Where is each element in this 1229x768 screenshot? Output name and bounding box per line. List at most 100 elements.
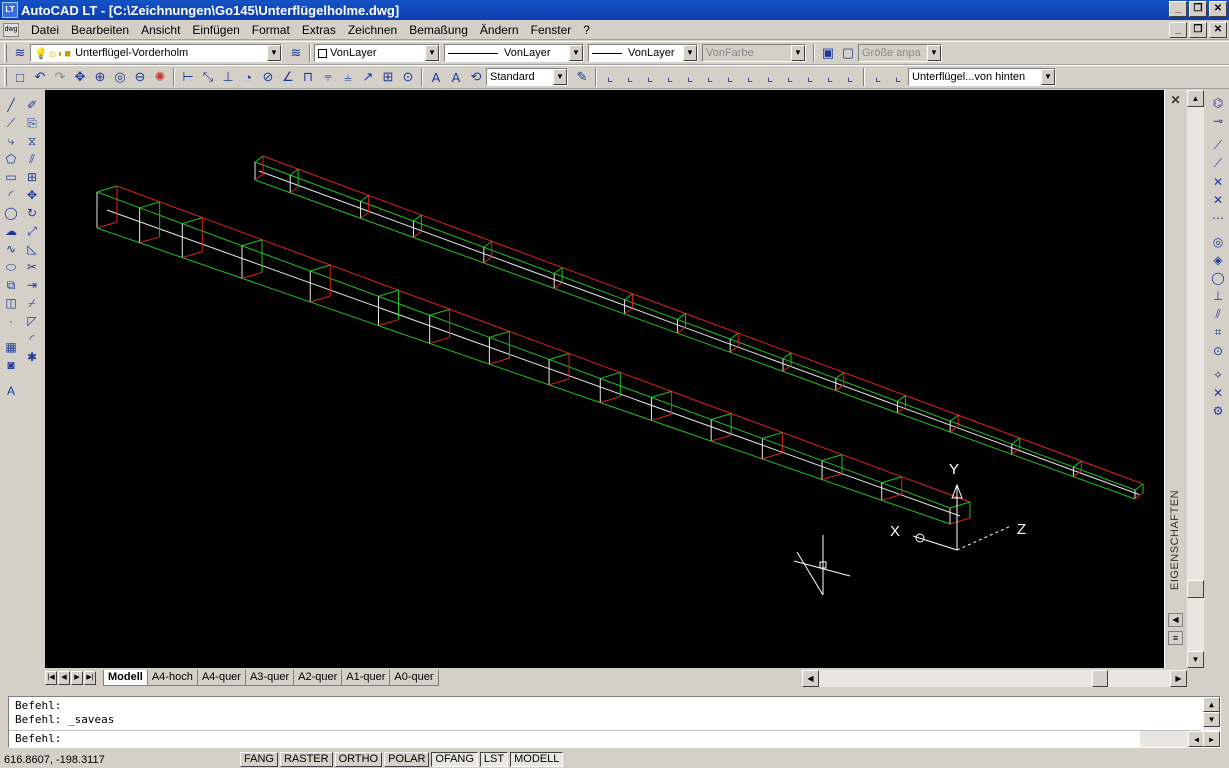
- zoom-window-icon[interactable]: ◎: [110, 67, 130, 87]
- vertical-scroll-thumb[interactable]: [1187, 580, 1204, 598]
- autocad-lt-icon[interactable]: LT: [2, 2, 18, 18]
- next-tab-icon[interactable]: ▶: [71, 671, 83, 685]
- point-icon[interactable]: ·: [2, 312, 20, 330]
- snap-tangent-icon[interactable]: ◯: [1209, 269, 1227, 287]
- ucs-origin-icon[interactable]: ⌞: [720, 67, 740, 87]
- insert-block-icon[interactable]: ⧉: [2, 276, 20, 294]
- move-icon[interactable]: ✥: [23, 186, 41, 204]
- snap-nearest-icon[interactable]: ⟡: [1209, 366, 1227, 384]
- polygon-icon[interactable]: ⬠: [2, 150, 20, 168]
- tab-a1-quer[interactable]: A1-quer: [341, 670, 391, 686]
- tab-a4-hoch[interactable]: A4-hoch: [146, 670, 198, 686]
- snap-endpoint-icon[interactable]: ⟋: [1209, 136, 1227, 154]
- region-icon[interactable]: ◙: [2, 356, 20, 374]
- trim-icon[interactable]: ✂: [23, 258, 41, 276]
- dim-angular-icon[interactable]: ∠: [278, 67, 298, 87]
- make-object-layer-current-icon[interactable]: ≋: [286, 43, 306, 63]
- center-mark-icon[interactable]: ⊙: [398, 67, 418, 87]
- menu-help[interactable]: ?: [577, 23, 596, 37]
- copy-icon[interactable]: ⎘: [23, 114, 41, 132]
- named-views-icon[interactable]: ⌞: [868, 67, 888, 87]
- color-dropdown[interactable]: VonLayer ▼: [314, 44, 440, 62]
- tab-a2-quer[interactable]: A2-quer: [293, 670, 343, 686]
- quick-dim-icon[interactable]: ⊓: [298, 67, 318, 87]
- snap-quadrant-icon[interactable]: ◈: [1209, 251, 1227, 269]
- ucs-face-icon[interactable]: ⌞: [660, 67, 680, 87]
- rectangle-icon[interactable]: ▭: [2, 168, 20, 186]
- snap-toggle[interactable]: FANG: [240, 752, 278, 767]
- ucs-view-icon[interactable]: ⌞: [700, 67, 720, 87]
- horizontal-scrollbar[interactable]: ◀ ▶: [802, 670, 1187, 687]
- layer-manager-icon[interactable]: ≋: [10, 43, 30, 63]
- dim-style-manager-icon[interactable]: ✎: [572, 67, 592, 87]
- new-file-icon[interactable]: □: [10, 67, 30, 87]
- scroll-right-icon[interactable]: ▶: [1203, 731, 1220, 747]
- tab-a4-quer[interactable]: A4-quer: [196, 670, 246, 686]
- dim-text-edit-icon[interactable]: A: [446, 67, 466, 87]
- snap-from-icon[interactable]: ⊸: [1209, 112, 1227, 130]
- spline-icon[interactable]: ∿: [2, 240, 20, 258]
- doc-close-button[interactable]: ✕: [1209, 22, 1227, 38]
- array-icon[interactable]: ⊞: [23, 168, 41, 186]
- osnap-settings-icon[interactable]: ⚙: [1209, 402, 1227, 420]
- snap-insert-icon[interactable]: ⌗: [1209, 324, 1227, 342]
- linetype-dropdown[interactable]: VonLayer ▼: [444, 44, 584, 62]
- dim-continue-icon[interactable]: ⫨: [338, 67, 358, 87]
- ucs-3point-icon[interactable]: ⌞: [760, 67, 780, 87]
- tab-modell[interactable]: Modell: [103, 670, 148, 686]
- zoom-extents-icon[interactable]: ✺: [150, 67, 170, 87]
- menu-fenster[interactable]: Fenster: [525, 23, 578, 37]
- layer-dropdown[interactable]: 💡☼◐■ Unterflügel-Vorderholm ▼: [30, 44, 282, 62]
- grid-toggle[interactable]: RASTER: [279, 752, 333, 767]
- ucs-x-icon[interactable]: ⌞: [780, 67, 800, 87]
- chevron-down-icon[interactable]: ▼: [553, 69, 567, 85]
- tolerance-icon[interactable]: ⊞: [378, 67, 398, 87]
- menu-ansicht[interactable]: Ansicht: [135, 23, 186, 37]
- tab-a3-quer[interactable]: A3-quer: [244, 670, 295, 686]
- scroll-up-icon[interactable]: ▲: [1203, 697, 1220, 712]
- ellipse-icon[interactable]: ⬭: [2, 258, 20, 276]
- chevron-down-icon[interactable]: ▼: [1041, 69, 1055, 85]
- dim-edit-icon[interactable]: A: [426, 67, 446, 87]
- dim-aligned-icon[interactable]: ⤡: [198, 67, 218, 87]
- prev-tab-icon[interactable]: ◀: [58, 671, 70, 685]
- close-icon[interactable]: ✕: [1168, 93, 1184, 107]
- leader-icon[interactable]: ↗: [358, 67, 378, 87]
- properties-palette[interactable]: ✕ EIGENSCHAFTEN ◀ ≡: [1164, 90, 1186, 668]
- views-dropdown[interactable]: Unterflügel...von hinten ▼: [908, 68, 1056, 86]
- undo-icon[interactable]: ↶: [30, 67, 50, 87]
- snap-extension-icon[interactable]: ⋯: [1209, 209, 1227, 227]
- snap-apparent-icon[interactable]: ✕: [1209, 191, 1227, 209]
- mtext-icon[interactable]: A: [2, 382, 20, 400]
- mirror-icon[interactable]: ⧖: [23, 132, 41, 150]
- drawing-svg[interactable]: Y X Z: [45, 90, 1164, 668]
- restore-button[interactable]: ❐: [1189, 1, 1207, 17]
- polar-toggle[interactable]: POLAR: [384, 752, 430, 767]
- scroll-up-icon[interactable]: ▲: [1187, 90, 1204, 107]
- menu-format[interactable]: Format: [246, 23, 296, 37]
- palette-options-icon[interactable]: ◀: [1168, 613, 1183, 627]
- scroll-down-icon[interactable]: ▼: [1187, 651, 1204, 668]
- erase-icon[interactable]: ✐: [23, 96, 41, 114]
- command-hscroll[interactable]: ◀ ▶: [1140, 731, 1220, 747]
- ucs-apply-icon[interactable]: ⌞: [840, 67, 860, 87]
- snap-none-icon[interactable]: ✕: [1209, 384, 1227, 402]
- doc-restore-button[interactable]: ❐: [1189, 22, 1207, 38]
- palette-properties-icon[interactable]: ≡: [1168, 631, 1183, 645]
- coordinate-display[interactable]: 616.8607, -198.3117: [0, 754, 240, 766]
- menu-bemassung[interactable]: Bemaßung: [403, 23, 474, 37]
- views-icon[interactable]: ⌞: [888, 67, 908, 87]
- circle-icon[interactable]: ◯: [2, 204, 20, 222]
- last-tab-icon[interactable]: ▶|: [84, 671, 96, 685]
- scroll-left-icon[interactable]: ◀: [802, 670, 819, 687]
- vertical-scrollbar[interactable]: ▲ ▼: [1187, 90, 1204, 668]
- chevron-down-icon[interactable]: ▼: [267, 45, 281, 61]
- zoom-previous-icon[interactable]: ⊖: [130, 67, 150, 87]
- viewport-clip-icon[interactable]: ▢: [838, 43, 858, 63]
- ucs-zaxis-icon[interactable]: ⌞: [740, 67, 760, 87]
- construction-line-icon[interactable]: ⟋: [2, 114, 20, 132]
- extend-icon[interactable]: ⇥: [23, 276, 41, 294]
- offset-icon[interactable]: ⫽: [23, 150, 41, 168]
- command-window[interactable]: Befehl: Befehl: _saveas Befehl: ▲ ▼ ◀ ▶: [8, 696, 1221, 748]
- ucs-z-icon[interactable]: ⌞: [820, 67, 840, 87]
